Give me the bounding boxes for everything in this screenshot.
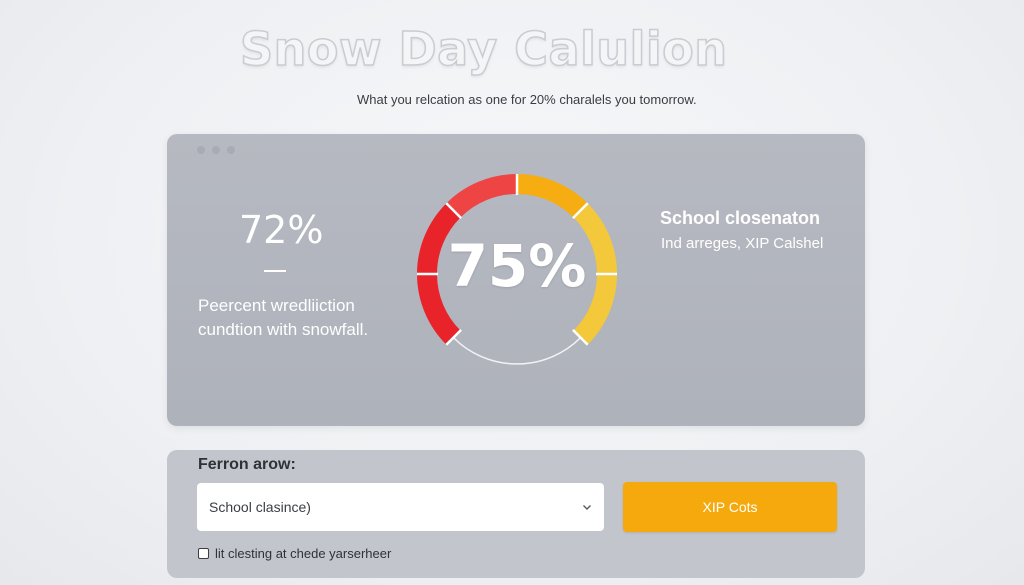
- prediction-panel: 72% Peercent wredliiction cundtion with …: [167, 134, 865, 426]
- page-subtitle: What you relcation as one for 20% charal…: [357, 92, 697, 107]
- form-label: Ferron arow:: [198, 456, 296, 473]
- calculate-button[interactable]: XIP Cots: [623, 482, 837, 532]
- closure-subtitle: Ind arreges, XIP Calshel: [661, 235, 824, 252]
- page-title: Snow Day Calulion: [239, 21, 728, 77]
- divider: [264, 270, 286, 272]
- closure-title: School closenaton: [660, 208, 821, 228]
- gauge-segment: [516, 174, 588, 218]
- checkbox-label: lit clesting at chede yarserheer: [215, 546, 392, 561]
- window-dot: [227, 146, 235, 154]
- gauge-value: 75%: [447, 232, 587, 300]
- select-value: School clasince): [209, 499, 311, 515]
- form-panel: Ferron arow: School clasince) XIP Cots l…: [167, 450, 865, 578]
- window-dot: [197, 146, 205, 154]
- prediction-description: Peercent wredliiction cundtion with snow…: [198, 296, 369, 339]
- chevron-down-icon: [583, 505, 591, 510]
- gauge-track: [452, 337, 582, 365]
- checkbox[interactable]: [198, 548, 209, 559]
- window-dot: [212, 146, 220, 154]
- prediction-percent: 72%: [239, 208, 324, 252]
- checkbox-row[interactable]: lit clesting at chede yarserheer: [198, 546, 391, 561]
- school-select[interactable]: School clasince): [197, 483, 604, 531]
- window-dots: [197, 146, 235, 154]
- gauge-segment: [446, 174, 518, 218]
